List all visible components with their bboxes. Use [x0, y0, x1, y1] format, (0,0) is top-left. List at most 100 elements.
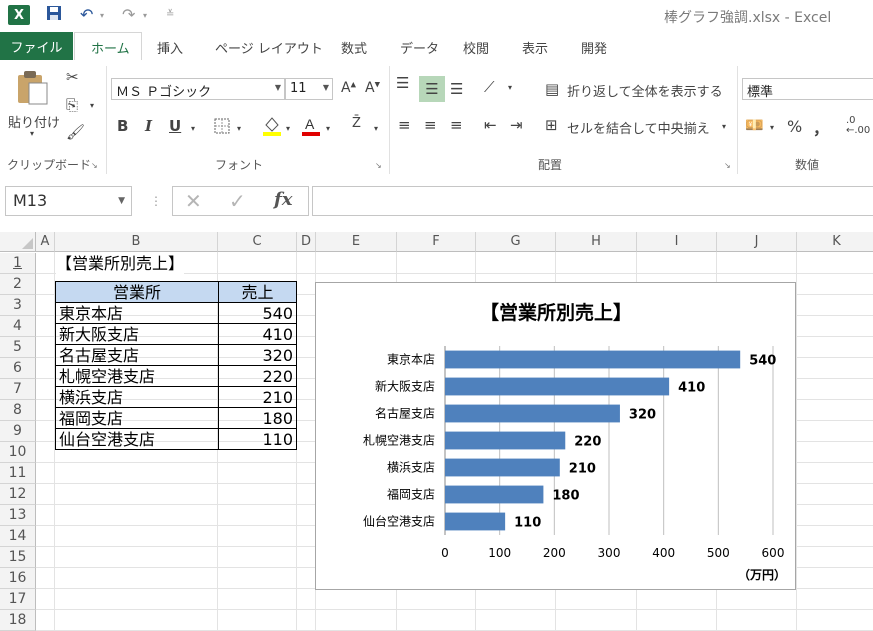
office-cell[interactable]: 仙台空港支店 [55, 428, 219, 450]
enter-icon[interactable]: ✓ [229, 189, 246, 213]
paste-dropdown-icon[interactable]: ▾ [30, 129, 34, 138]
undo-dropdown-icon[interactable]: ▾ [100, 11, 104, 20]
column-header-j[interactable]: J [717, 232, 797, 252]
tab-review[interactable]: 校閲 [463, 38, 489, 57]
tab-developer[interactable]: 開発 [581, 38, 607, 57]
orientation-dropdown-icon[interactable]: ▾ [508, 83, 512, 92]
formula-input[interactable] [312, 186, 873, 216]
row-header-5[interactable]: 5 [0, 337, 36, 358]
row-header-3[interactable]: 3 [0, 295, 36, 316]
row-header-14[interactable]: 14 [0, 526, 36, 547]
row-header-6[interactable]: 6 [0, 358, 36, 379]
font-name-select[interactable]: ＭＳ Ｐゴシック ▼ [111, 78, 285, 100]
row-header-11[interactable]: 11 [0, 463, 36, 484]
align-bottom-icon[interactable]: ☰ [450, 80, 463, 98]
orientation-icon[interactable]: ⟋ [484, 78, 495, 96]
font-size-select[interactable]: 11 ▼ [285, 78, 333, 100]
clipboard-launcher-icon[interactable]: ↘ [91, 161, 98, 170]
merge-center-icon[interactable]: ⊞ [545, 116, 558, 134]
row-header-1[interactable]: 1 [0, 253, 36, 274]
percent-button[interactable]: % [787, 117, 802, 136]
row-header-2[interactable]: 2 [0, 274, 36, 295]
redo-icon[interactable]: ↷ [122, 5, 135, 24]
align-center-icon[interactable]: ≡ [424, 116, 437, 134]
wrap-text-button[interactable]: 折り返して全体を表示する [567, 81, 723, 100]
column-header-k[interactable]: K [797, 232, 873, 252]
font-color-icon[interactable]: A [301, 115, 321, 141]
underline-dropdown-icon[interactable]: ▾ [191, 124, 195, 133]
sales-cell[interactable]: 210 [218, 386, 297, 408]
customize-toolbar-icon[interactable]: ≚ [166, 9, 174, 20]
number-format-select[interactable]: 標準 [742, 78, 873, 100]
sheet-title-cell[interactable]: 【営業所別売上】 [56, 253, 185, 274]
tab-home[interactable]: ホーム [91, 38, 130, 57]
sales-cell[interactable]: 110 [218, 428, 297, 450]
column-header-f[interactable]: F [397, 232, 476, 252]
column-header-d[interactable]: D [297, 232, 316, 252]
office-cell[interactable]: 横浜支店 [55, 386, 219, 408]
tab-view[interactable]: 表示 [522, 38, 548, 57]
undo-icon[interactable]: ↶ [80, 5, 93, 24]
column-header-i[interactable]: I [637, 232, 717, 252]
office-cell[interactable]: 福岡支店 [55, 407, 219, 429]
name-box[interactable]: M13 ▼ [5, 186, 132, 216]
row-header-15[interactable]: 15 [0, 547, 36, 568]
font-color-dropdown-icon[interactable]: ▾ [326, 124, 330, 133]
row-header-18[interactable]: 18 [0, 610, 36, 631]
office-cell[interactable]: 名古屋支店 [55, 344, 219, 366]
cancel-icon[interactable]: ✕ [185, 189, 202, 213]
borders-icon[interactable] [213, 117, 231, 139]
table-header-sales[interactable]: 売上 [218, 281, 297, 303]
fill-color-icon[interactable] [262, 115, 282, 141]
increase-decimal-icon[interactable]: .0 ←.00 [846, 116, 870, 136]
bold-button[interactable]: B [117, 117, 128, 135]
office-cell[interactable]: 新大阪支店 [55, 323, 219, 345]
align-right-icon[interactable]: ≡ [450, 116, 463, 134]
tab-page-layout[interactable]: ページ レイアウト [215, 38, 323, 57]
align-middle-icon[interactable]: ☰ [419, 76, 445, 102]
format-painter-icon[interactable]: 🖌 [66, 123, 85, 141]
row-header-9[interactable]: 9 [0, 421, 36, 442]
column-header-g[interactable]: G [476, 232, 556, 252]
alignment-launcher-icon[interactable]: ↘ [724, 161, 731, 170]
wrap-text-icon[interactable]: ▤ [545, 80, 559, 98]
italic-button[interactable]: I [145, 117, 152, 135]
comma-button[interactable]: ， [813, 115, 829, 139]
bar-chart[interactable]: 【営業所別売上】 東京本店 新大阪支店 名古屋支店 札幌空港支店 横浜支店 福岡支店 仙台空… [315, 282, 796, 590]
sales-cell[interactable]: 220 [218, 365, 297, 387]
phonetic-dropdown-icon[interactable]: ▾ [374, 124, 378, 133]
save-icon[interactable] [46, 5, 62, 25]
merge-dropdown-icon[interactable]: ▾ [722, 122, 726, 131]
sales-cell[interactable]: 410 [218, 323, 297, 345]
align-top-icon[interactable]: ☰ [396, 74, 409, 92]
paste-icon[interactable] [15, 69, 49, 109]
sales-cell[interactable]: 540 [218, 302, 297, 324]
row-header-17[interactable]: 17 [0, 589, 36, 610]
sales-cell[interactable]: 180 [218, 407, 297, 429]
column-header-e[interactable]: E [316, 232, 397, 252]
column-header-h[interactable]: H [556, 232, 637, 252]
increase-font-icon[interactable]: A▲ [341, 80, 356, 96]
copy-dropdown-icon[interactable]: ▾ [90, 101, 94, 110]
fill-color-dropdown-icon[interactable]: ▾ [286, 124, 290, 133]
column-header-a[interactable]: A [36, 232, 55, 252]
row-header-10[interactable]: 10 [0, 442, 36, 463]
row-header-16[interactable]: 16 [0, 568, 36, 589]
align-left-icon[interactable]: ≡ [398, 116, 411, 134]
row-header-13[interactable]: 13 [0, 505, 36, 526]
tab-insert[interactable]: 挿入 [157, 38, 183, 57]
row-header-8[interactable]: 8 [0, 400, 36, 421]
tab-file[interactable]: ファイル [0, 32, 73, 60]
decrease-font-icon[interactable]: A▼ [365, 80, 380, 96]
decrease-indent-icon[interactable]: ⇤ [484, 116, 497, 134]
font-launcher-icon[interactable]: ↘ [375, 161, 382, 170]
tab-data[interactable]: データ [400, 38, 439, 57]
insert-function-icon[interactable]: fx [274, 189, 292, 210]
column-header-b[interactable]: B [55, 232, 218, 252]
currency-icon[interactable]: 💴 [745, 116, 764, 134]
currency-dropdown-icon[interactable]: ▾ [770, 123, 774, 132]
select-all-button[interactable] [0, 232, 36, 252]
copy-icon[interactable]: ⎘ [66, 96, 78, 114]
tab-formulas[interactable]: 数式 [341, 38, 367, 57]
worksheet-grid[interactable]: A B C D E F G H I J K 1 2 3 4 5 6 7 8 9 … [0, 232, 873, 631]
